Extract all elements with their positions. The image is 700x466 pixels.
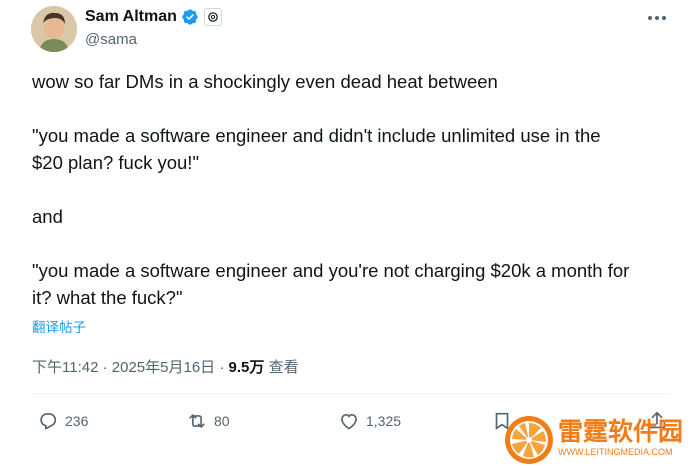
tweet-text-line: it? what the fuck?" [32,287,183,308]
reply-icon [40,413,57,430]
verified-badge-icon [182,9,198,25]
author-row: Sam Altman [85,8,222,26]
like-count: 1,325 [366,413,402,429]
reply-count: 236 [65,413,89,429]
repost-button[interactable]: 80 [186,410,230,432]
tweet-text-line: $20 plan? fuck you!" [32,152,200,173]
orange-slice-logo-icon [505,416,553,464]
repost-count: 80 [214,413,230,429]
openai-logo-icon[interactable] [203,8,222,26]
tweet-text-line: and [32,206,63,227]
author-display-name[interactable]: Sam Altman [85,8,177,26]
watermark-name: 雷霆软件园 [558,418,684,446]
views-count: 9.5万 [228,359,265,376]
tweet-time[interactable]: 下午11:42 [32,359,98,376]
more-options-icon[interactable] [646,8,668,28]
tweet-text-line: "you made a software engineer and you're… [32,260,630,281]
like-button[interactable]: 1,325 [338,410,401,432]
divider [32,393,670,394]
meta-separator: · [102,359,108,376]
tweet-text-line: "you made a software engineer and didn't… [32,125,601,146]
tweet-text-line: wow so far DMs in a shockingly even dead… [32,71,498,92]
author-handle[interactable]: @sama [85,31,137,48]
avatar[interactable] [31,6,77,52]
reply-button[interactable]: 236 [37,410,88,432]
tweet-date[interactable]: 2025年5月16日 [112,359,215,376]
tweet-metadata: 下午11:42 · 2025年5月16日 · 9.5万 查看 [32,356,299,377]
repost-icon [189,414,205,428]
watermark-url: WWW.LEITINGMEDIA.COM [558,447,673,457]
translate-post-link[interactable]: 翻译帖子 [32,316,86,336]
watermark: 雷霆软件园 WWW.LEITINGMEDIA.COM [500,410,700,466]
tweet: Sam Altman @sama wow so far DMs in a sho… [0,0,700,466]
views-label: 查看 [268,359,299,376]
heart-icon [341,414,357,430]
meta-separator: · [219,359,225,376]
